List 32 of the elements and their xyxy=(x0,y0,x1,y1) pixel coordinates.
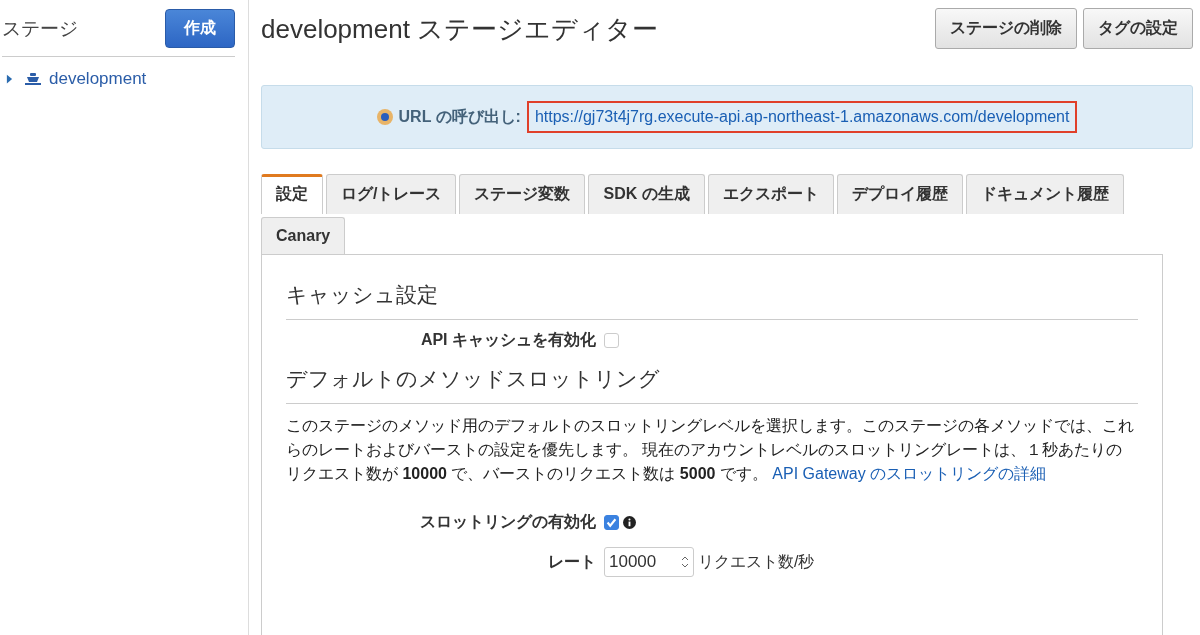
section-heading: デフォルトのメソッドスロットリング xyxy=(286,365,1138,404)
tab[interactable]: Canary xyxy=(261,217,346,254)
tab[interactable]: エクスポート xyxy=(707,174,834,214)
tab[interactable]: 設定 xyxy=(261,174,323,214)
tab[interactable]: ドキュメント履歴 xyxy=(965,174,1124,214)
checkbox[interactable] xyxy=(604,515,619,530)
checkbox[interactable] xyxy=(604,333,619,348)
section-heading: キャッシュ設定 xyxy=(286,281,1138,320)
invoke-url-link[interactable]: https://gj73t4j7rg.execute-api.ap-northeast-1.amazonaws.com/development xyxy=(526,101,1078,133)
description-text: このステージのメソッド用のデフォルトのスロットリングレベルを選択します。このステージの各メソッドでは、これらのレートおよびバーストの設定を優先します。 現在のアカウントレベルのスロットリングレートは、１秒あたりのリクエスト数が 10000 で、バーストのリクエスト数は 5000 です。 API Gateway のスロットリングの詳細 xyxy=(286,416,1135,484)
invoke-url-label: URL の呼び出し: xyxy=(398,106,521,127)
sidebar-title: ステージ xyxy=(2,16,78,41)
unit-label: リクエスト数/秒 xyxy=(698,551,815,572)
status-dot-icon xyxy=(376,109,393,125)
stage-link[interactable]: development xyxy=(49,69,147,89)
field-label: API キャッシュを有効化 xyxy=(419,330,596,350)
ship-icon xyxy=(25,72,41,86)
page-title: development ステージエディター xyxy=(261,13,659,46)
tab[interactable]: SDK の生成 xyxy=(588,174,705,214)
header-button[interactable]: タグの設定 xyxy=(1083,8,1193,49)
create-button[interactable]: 作成 xyxy=(165,9,235,48)
info-icon[interactable] xyxy=(623,516,636,529)
stepper-icon[interactable] xyxy=(681,555,689,569)
tab[interactable]: デプロイ履歴 xyxy=(836,174,963,214)
tab[interactable]: ログ/トレース xyxy=(326,174,457,214)
header-button[interactable]: ステージの削除 xyxy=(935,8,1077,49)
field-label: スロットリングの有効化 xyxy=(419,512,596,532)
tab[interactable]: ステージ変数 xyxy=(459,174,586,214)
rate-input[interactable]: 10000 xyxy=(604,547,694,577)
docs-link[interactable]: API Gateway のスロットリングの詳細 xyxy=(772,465,1047,482)
field-label: レート xyxy=(547,551,596,572)
caret-icon[interactable] xyxy=(6,74,13,84)
